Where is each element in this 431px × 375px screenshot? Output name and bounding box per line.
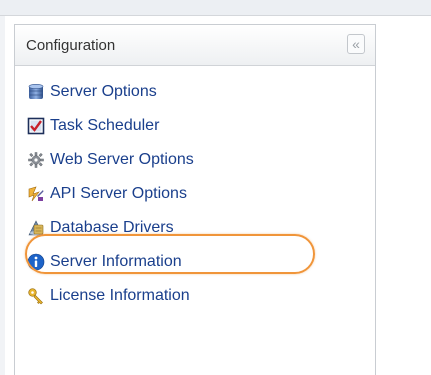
menu-item-database-drivers[interactable]: Database Drivers xyxy=(27,211,194,245)
top-toolbar-strip xyxy=(0,0,431,16)
menu-item-license-information[interactable]: License Information xyxy=(27,279,194,313)
key-icon xyxy=(27,287,45,305)
menu-item-label: Server Options xyxy=(50,83,157,100)
menu-item-label: License Information xyxy=(50,287,190,304)
database-drivers-icon xyxy=(27,219,45,237)
task-scheduler-icon xyxy=(27,117,45,135)
api-server-options-icon xyxy=(27,185,45,203)
menu-item-label: Server Information xyxy=(50,253,182,270)
menu-item-label: API Server Options xyxy=(50,185,187,202)
server-options-icon xyxy=(27,83,45,101)
menu-item-api-server-options[interactable]: API Server Options xyxy=(27,177,194,211)
configuration-menu: Server Options Task Scheduler Web Server… xyxy=(27,75,194,313)
configuration-panel: Configuration « Server Options Task Sche… xyxy=(14,24,376,375)
menu-item-label: Web Server Options xyxy=(50,151,194,168)
menu-item-label: Task Scheduler xyxy=(50,117,160,134)
menu-item-web-server-options[interactable]: Web Server Options xyxy=(27,143,194,177)
menu-item-server-options[interactable]: Server Options xyxy=(27,75,194,109)
info-icon xyxy=(27,253,45,271)
menu-item-task-scheduler[interactable]: Task Scheduler xyxy=(27,109,194,143)
menu-item-server-information[interactable]: Server Information xyxy=(27,245,194,279)
left-edge-strip xyxy=(0,16,5,375)
menu-item-label: Database Drivers xyxy=(50,219,174,236)
panel-title: Configuration xyxy=(26,37,116,54)
web-server-options-icon xyxy=(27,151,45,169)
panel-header: Configuration « xyxy=(15,25,375,66)
collapse-panel-button[interactable]: « xyxy=(347,34,365,54)
